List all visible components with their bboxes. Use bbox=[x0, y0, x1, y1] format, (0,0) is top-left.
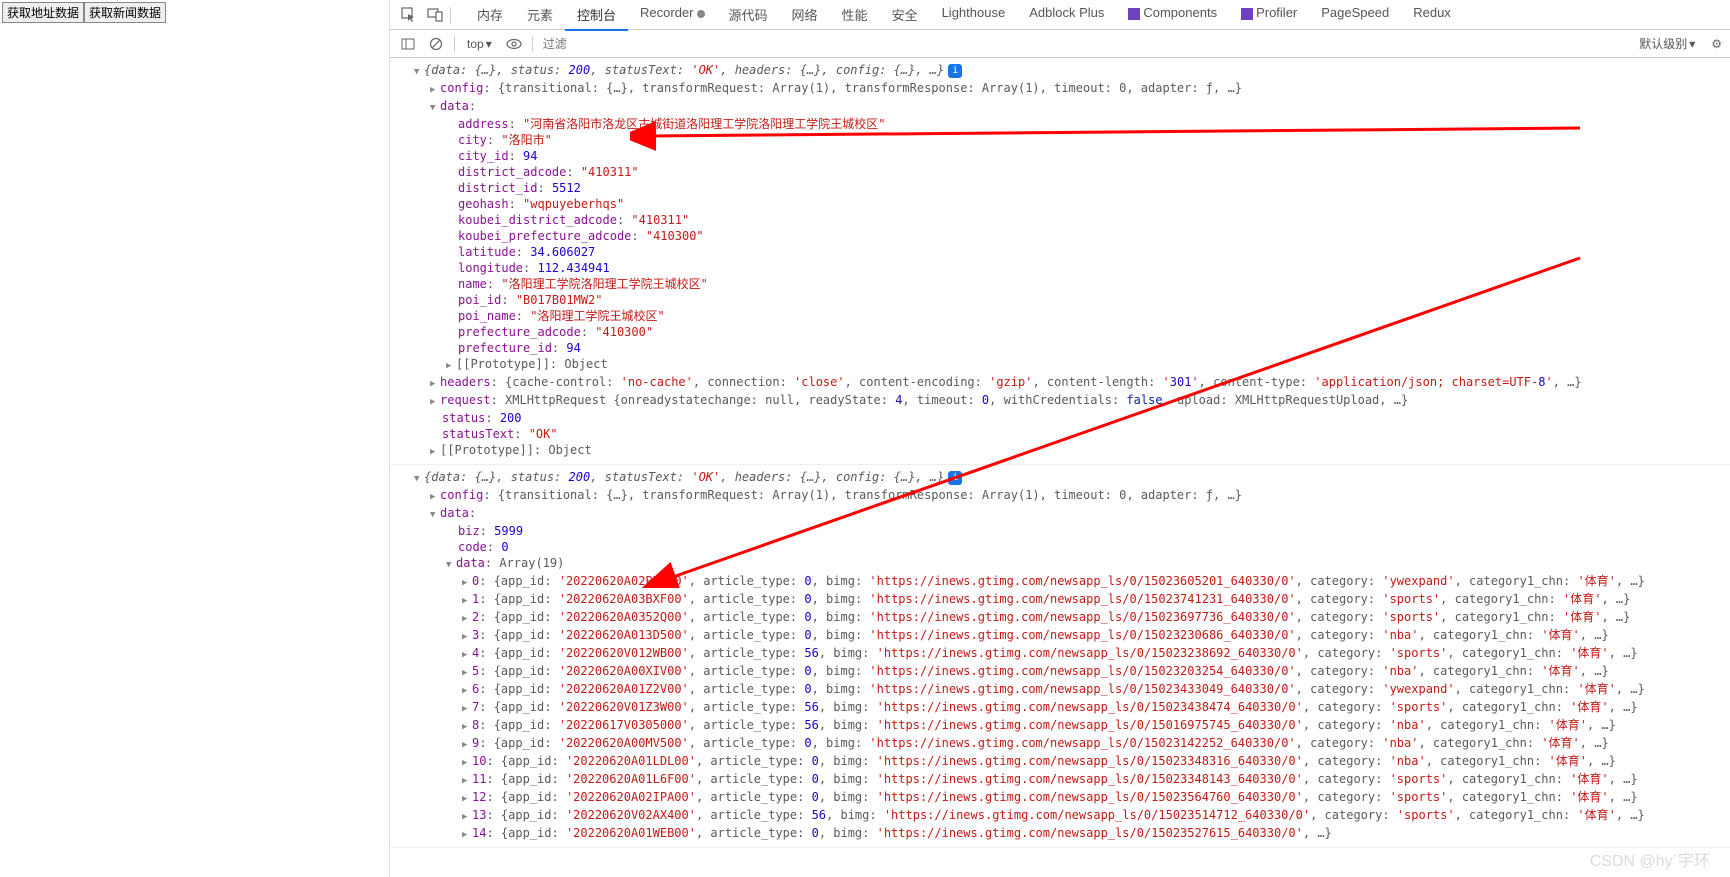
expand-toggle[interactable] bbox=[430, 392, 440, 410]
object-property: district_id: 5512 bbox=[390, 180, 1730, 196]
expand-toggle[interactable] bbox=[414, 62, 424, 80]
live-expression-icon[interactable] bbox=[504, 34, 524, 54]
object-property: koubei_district_adcode: "410311" bbox=[390, 212, 1730, 228]
object-property: poi_name: "洛阳理工学院王城校区" bbox=[390, 308, 1730, 324]
filter-input[interactable] bbox=[541, 35, 741, 53]
tab-components[interactable]: Components bbox=[1116, 0, 1229, 30]
sidebar-toggle-icon[interactable] bbox=[398, 34, 418, 54]
settings-icon[interactable]: ⚙ bbox=[1711, 37, 1722, 51]
tab-console[interactable]: 控制台 bbox=[565, 0, 628, 30]
tab-redux[interactable]: Redux bbox=[1401, 0, 1463, 30]
chevron-down-icon: ▾ bbox=[486, 37, 492, 51]
fetch-news-button[interactable]: 获取新闻数据 bbox=[84, 2, 166, 23]
array-item: 0: {app_id: '20220620A02PK100', article_… bbox=[390, 573, 1730, 591]
expand-toggle[interactable] bbox=[462, 573, 472, 591]
expand-toggle[interactable] bbox=[430, 98, 440, 116]
expand-toggle[interactable] bbox=[462, 591, 472, 609]
expand-toggle[interactable] bbox=[462, 699, 472, 717]
tab-network[interactable]: 网络 bbox=[780, 0, 830, 30]
react-profiler-icon bbox=[1241, 8, 1253, 20]
tab-adblock[interactable]: Adblock Plus bbox=[1017, 0, 1116, 30]
tab-recorder[interactable]: Recorder bbox=[628, 0, 716, 30]
array-item: 7: {app_id: '20220620V01Z3W00', article_… bbox=[390, 699, 1730, 717]
object-property: longitude: 112.434941 bbox=[390, 260, 1730, 276]
expand-toggle[interactable] bbox=[462, 753, 472, 771]
array-item: 2: {app_id: '20220620A0352Q00', article_… bbox=[390, 609, 1730, 627]
array-item: 12: {app_id: '20220620A02IPA00', article… bbox=[390, 789, 1730, 807]
expand-toggle[interactable] bbox=[430, 80, 440, 98]
array-item: 14: {app_id: '20220620A01WEB00', article… bbox=[390, 825, 1730, 843]
expand-toggle[interactable] bbox=[462, 645, 472, 663]
object-property: latitude: 34.606027 bbox=[390, 244, 1730, 260]
info-badge-icon[interactable] bbox=[948, 64, 962, 78]
expand-toggle[interactable] bbox=[462, 771, 472, 789]
tab-sources[interactable]: 源代码 bbox=[717, 0, 780, 30]
object-property: prefecture_id: 94 bbox=[390, 340, 1730, 356]
array-item: 6: {app_id: '20220620A01Z2V00', article_… bbox=[390, 681, 1730, 699]
expand-toggle[interactable] bbox=[462, 663, 472, 681]
object-property: name: "洛阳理工学院洛阳理工学院王城校区" bbox=[390, 276, 1730, 292]
recorder-dot-icon bbox=[697, 10, 705, 18]
console-log-entry: {data: {…}, status: 200, statusText: 'OK… bbox=[390, 62, 1730, 465]
chevron-down-icon: ▾ bbox=[1689, 37, 1695, 51]
tab-elements[interactable]: 元素 bbox=[515, 0, 565, 30]
console-toolbar: top ▾ 默认级别 ▾ ⚙ bbox=[390, 30, 1730, 58]
page-content: 获取地址数据 获取新闻数据 bbox=[0, 0, 390, 877]
info-badge-icon[interactable] bbox=[948, 471, 962, 485]
clear-console-icon[interactable] bbox=[426, 34, 446, 54]
expand-toggle[interactable] bbox=[430, 374, 440, 392]
expand-toggle[interactable] bbox=[446, 356, 456, 374]
expand-toggle[interactable] bbox=[462, 681, 472, 699]
expand-toggle[interactable] bbox=[462, 717, 472, 735]
array-item: 3: {app_id: '20220620A013D500', article_… bbox=[390, 627, 1730, 645]
expand-toggle[interactable] bbox=[462, 609, 472, 627]
tab-memory[interactable]: 内存 bbox=[465, 0, 515, 30]
execution-context-selector[interactable]: top ▾ bbox=[463, 35, 496, 53]
array-item: 13: {app_id: '20220620V02AX400', article… bbox=[390, 807, 1730, 825]
object-property: poi_id: "B017B01MW2" bbox=[390, 292, 1730, 308]
object-property: address: "河南省洛阳市洛龙区古城街道洛阳理工学院洛阳理工学院王城校区" bbox=[390, 116, 1730, 132]
array-item: 8: {app_id: '20220617V0305000', article_… bbox=[390, 717, 1730, 735]
expand-toggle[interactable] bbox=[430, 505, 440, 523]
object-property: koubei_prefecture_adcode: "410300" bbox=[390, 228, 1730, 244]
react-components-icon bbox=[1128, 8, 1140, 20]
array-item: 10: {app_id: '20220620A01LDL00', article… bbox=[390, 753, 1730, 771]
tab-profiler[interactable]: Profiler bbox=[1229, 0, 1309, 30]
devtools-header: 内存 元素 控制台 Recorder 源代码 网络 性能 安全 Lighthou… bbox=[390, 0, 1730, 30]
expand-toggle[interactable] bbox=[446, 555, 456, 573]
expand-toggle[interactable] bbox=[462, 735, 472, 753]
device-toggle-icon[interactable] bbox=[424, 4, 446, 26]
watermark: CSDN @hyˋ宇环 bbox=[1590, 847, 1710, 871]
expand-toggle[interactable] bbox=[430, 487, 440, 505]
object-property: city_id: 94 bbox=[390, 148, 1730, 164]
array-item: 9: {app_id: '20220620A00MV500', article_… bbox=[390, 735, 1730, 753]
tab-performance[interactable]: 性能 bbox=[830, 0, 880, 30]
fetch-address-button[interactable]: 获取地址数据 bbox=[2, 2, 84, 23]
inspect-element-icon[interactable] bbox=[398, 4, 420, 26]
array-item: 11: {app_id: '20220620A01L6F00', article… bbox=[390, 771, 1730, 789]
expand-toggle[interactable] bbox=[462, 807, 472, 825]
object-property: district_adcode: "410311" bbox=[390, 164, 1730, 180]
expand-toggle[interactable] bbox=[462, 627, 472, 645]
console-output[interactable]: {data: {…}, status: 200, statusText: 'OK… bbox=[390, 58, 1730, 877]
object-property: city: "洛阳市" bbox=[390, 132, 1730, 148]
array-item: 1: {app_id: '20220620A03BXF00', article_… bbox=[390, 591, 1730, 609]
array-item: 4: {app_id: '20220620V012WB00', article_… bbox=[390, 645, 1730, 663]
object-property: geohash: "wqpuyeberhqs" bbox=[390, 196, 1730, 212]
tab-pagespeed[interactable]: PageSpeed bbox=[1309, 0, 1401, 30]
tab-security[interactable]: 安全 bbox=[880, 0, 930, 30]
devtools-panel: 内存 元素 控制台 Recorder 源代码 网络 性能 安全 Lighthou… bbox=[390, 0, 1730, 877]
array-item: 5: {app_id: '20220620A00XIV00', article_… bbox=[390, 663, 1730, 681]
devtools-tabs: 内存 元素 控制台 Recorder 源代码 网络 性能 安全 Lighthou… bbox=[465, 0, 1463, 30]
expand-toggle[interactable] bbox=[430, 442, 440, 460]
console-log-entry: {data: {…}, status: 200, statusText: 'OK… bbox=[390, 469, 1730, 848]
log-level-selector[interactable]: 默认级别 ▾ bbox=[1639, 35, 1695, 52]
expand-toggle[interactable] bbox=[414, 469, 424, 487]
tab-lighthouse[interactable]: Lighthouse bbox=[930, 0, 1018, 30]
expand-toggle[interactable] bbox=[462, 825, 472, 843]
object-property: prefecture_adcode: "410300" bbox=[390, 324, 1730, 340]
expand-toggle[interactable] bbox=[462, 789, 472, 807]
